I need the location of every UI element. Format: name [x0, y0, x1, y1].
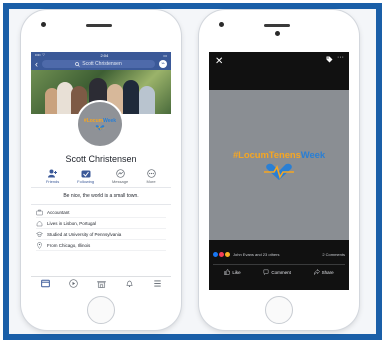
battery-icon: ▭	[163, 52, 167, 58]
video-icon	[68, 279, 78, 288]
marketplace-icon	[96, 281, 106, 288]
post-image[interactable]: #LocumTenensWeek	[209, 90, 349, 240]
front-camera	[219, 22, 224, 27]
info-lives-text: Lives in Lisbon, Portugal	[47, 220, 97, 226]
home-button[interactable]	[87, 296, 115, 324]
phone-photo-viewer: ✕ ··· #LocumTenensWeek John Evans and 23…	[199, 10, 359, 330]
bell-icon	[125, 280, 133, 288]
info-from-text: From Chicago, Illinois	[47, 242, 91, 248]
info-row-education[interactable]: Studied at University of Pennsylvania	[36, 229, 166, 240]
wow-reaction-icon	[225, 252, 230, 257]
profile-avatar[interactable]: #LocumWeek	[76, 100, 124, 148]
briefcase-icon	[36, 209, 43, 215]
message-label: Message	[111, 179, 129, 184]
tab-home[interactable]	[40, 279, 50, 289]
search-text: Scott Christensen	[82, 61, 122, 67]
info-education-text: Studied at University of Pennsylvania	[47, 231, 122, 237]
tab-video[interactable]	[68, 279, 78, 289]
info-work-text: Accountant	[47, 209, 70, 215]
post-action-bar: Like Comment Share	[213, 264, 345, 275]
info-row-lives[interactable]: Lives in Lisbon, Portugal	[36, 218, 166, 229]
status-carrier: •••• ⌔	[35, 52, 46, 57]
share-icon	[313, 269, 320, 275]
friends-icon	[47, 168, 58, 178]
message-icon	[115, 168, 125, 178]
sensor-dot	[275, 31, 280, 36]
avatar-image: #LocumWeek	[78, 102, 122, 146]
like-reaction-icon	[213, 252, 218, 257]
more-button[interactable]: More	[146, 168, 156, 184]
info-row-from[interactable]: From Chicago, Illinois	[36, 240, 166, 251]
search-bar[interactable]: Scott Christensen	[42, 60, 155, 68]
share-label: Share	[321, 269, 334, 275]
heart-pulse-icon	[95, 124, 105, 130]
reactions-text: John Evans and 23 others	[233, 252, 280, 257]
close-icon[interactable]: ✕	[215, 56, 223, 67]
friends-button[interactable]: Friends	[46, 168, 59, 184]
tab-marketplace[interactable]	[96, 279, 106, 289]
tab-notifications[interactable]	[124, 279, 134, 289]
more-options-icon[interactable]: ···	[337, 54, 344, 61]
cover-photo: #LocumWeek	[31, 70, 171, 148]
following-button[interactable]: Following	[77, 168, 94, 184]
reactions-summary[interactable]: John Evans and 23 others 2 Comments	[213, 252, 345, 257]
comment-button[interactable]: Comment	[263, 269, 291, 275]
like-button[interactable]: Like	[224, 269, 241, 275]
front-camera	[41, 22, 46, 27]
status-time: 2:04	[100, 52, 109, 58]
more-icon	[146, 168, 156, 178]
following-label: Following	[77, 179, 95, 184]
earpiece-speaker	[86, 24, 112, 27]
love-reaction-icon	[219, 252, 224, 257]
like-icon	[224, 269, 231, 275]
navigation-bar: ‹ Scott Christensen ⌁	[31, 58, 171, 70]
location-icon	[37, 241, 42, 249]
comments-count[interactable]: 2 Comments	[322, 252, 345, 257]
search-icon	[75, 61, 81, 67]
hashtag-text: #LocumTenensWeek	[232, 149, 326, 161]
back-icon[interactable]: ‹	[35, 59, 38, 69]
info-row-work[interactable]: Accountant	[36, 207, 166, 218]
profile-bio: Be nice, the world is a small town.	[31, 188, 171, 205]
message-button[interactable]: Message	[112, 168, 128, 184]
tab-menu[interactable]	[152, 279, 162, 289]
share-button[interactable]: Share	[313, 269, 334, 275]
home-button[interactable]	[265, 296, 293, 324]
photo-screen: ✕ ··· #LocumTenensWeek John Evans and 23…	[209, 52, 349, 290]
friends-label: Friends	[45, 179, 60, 184]
heart-pulse-icon	[264, 163, 294, 180]
photo-viewer: ✕ ··· #LocumTenensWeek John Evans and 23…	[209, 52, 349, 290]
profile-name: Scott Christensen	[65, 154, 137, 164]
profile-actions: Friends Following Message More	[31, 164, 171, 188]
education-icon	[36, 231, 43, 237]
menu-icon	[153, 280, 161, 287]
home-tab-icon	[40, 279, 50, 288]
tag-icon[interactable]	[326, 56, 333, 63]
messenger-icon[interactable]: ⌁	[159, 60, 167, 68]
profile-info-list: Accountant Lives in Lisbon, Portugal Stu…	[31, 205, 171, 253]
profile-screen: •••• ⌔ 2:04 ▭ ‹ Scott Christensen ⌁ #Loc…	[31, 52, 171, 290]
avatar-hashtag: #LocumWeek	[83, 117, 117, 124]
phone-profile: •••• ⌔ 2:04 ▭ ‹ Scott Christensen ⌁ #Loc…	[21, 10, 181, 330]
following-icon	[81, 168, 91, 178]
more-label: More	[146, 179, 156, 184]
comment-icon	[264, 269, 269, 275]
bottom-tab-bar	[31, 276, 171, 290]
comment-label: Comment	[271, 269, 291, 275]
home-icon	[36, 220, 43, 226]
earpiece-speaker	[264, 24, 290, 27]
like-label: Like	[232, 269, 241, 275]
